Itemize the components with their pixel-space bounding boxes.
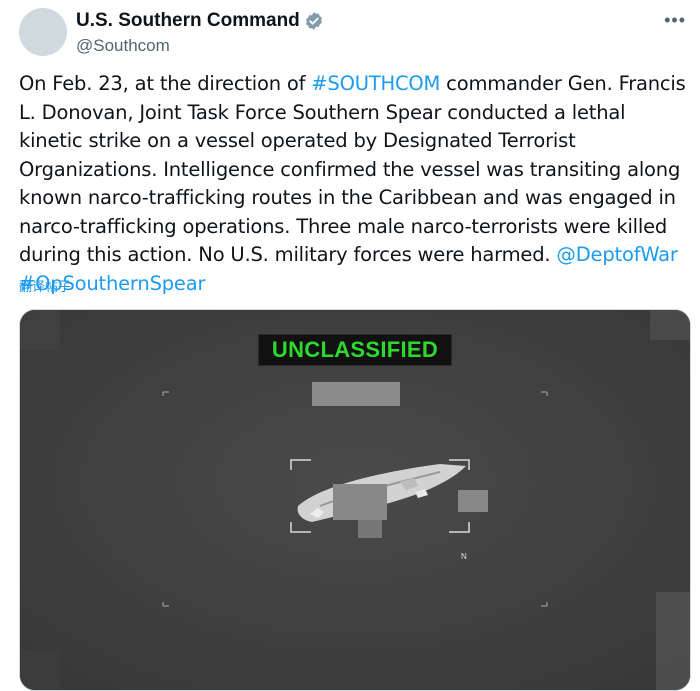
mention-link-deptofwar[interactable]: @DeptofWar [556, 243, 678, 266]
more-options-icon[interactable]: ••• [664, 10, 686, 31]
surveillance-footage [20, 310, 690, 690]
tweet-text-part: commander Gen. Francis L. Donovan, Joint… [19, 72, 686, 266]
north-marker: N [461, 552, 467, 561]
tweet-text-part: On Feb. 23, at the direction of [19, 72, 312, 95]
avatar[interactable] [19, 8, 67, 56]
tweet-text: On Feb. 23, at the direction of #SOUTHCO… [19, 70, 691, 298]
verified-badge-icon [304, 11, 324, 31]
display-name[interactable]: U.S. Southern Command [76, 10, 300, 32]
account-handle[interactable]: @Southcom [76, 36, 324, 56]
classification-banner: UNCLASSIFIED [258, 334, 452, 366]
translate-post-link[interactable]: 翻译帖子 [19, 276, 71, 295]
tweet-media-image[interactable]: UNCLASSIFIED N [19, 309, 691, 691]
name-row: U.S. Southern Command [76, 10, 324, 32]
hashtag-link-southcom[interactable]: #SOUTHCOM [311, 72, 440, 95]
tweet-header: U.S. Southern Command @Southcom [76, 10, 324, 56]
